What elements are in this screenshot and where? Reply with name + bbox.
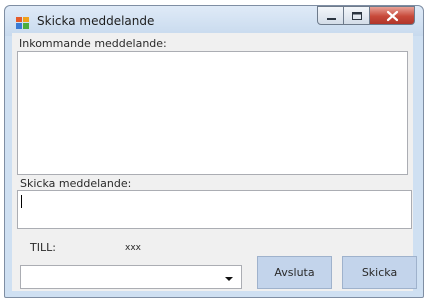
window-controls xyxy=(317,6,415,26)
title-bar[interactable]: Skicka meddelande xyxy=(5,6,423,36)
recipient-dropdown[interactable] xyxy=(20,265,242,289)
window-title: Skicka meddelande xyxy=(37,14,155,28)
minimize-icon xyxy=(327,18,336,20)
incoming-messages-textbox[interactable] xyxy=(17,51,408,175)
form-client-area: Inkommande meddelande: Skicka meddelande… xyxy=(12,33,417,291)
incoming-label: Inkommande meddelande: xyxy=(19,37,167,50)
recipient-value: xxx xyxy=(125,243,141,253)
message-input[interactable] xyxy=(17,190,412,229)
maximize-icon xyxy=(352,12,362,20)
send-button[interactable]: Skicka xyxy=(342,256,417,289)
minimize-button[interactable] xyxy=(317,6,344,25)
recipient-label: TILL: xyxy=(30,241,56,254)
outgoing-label: Skicka meddelande: xyxy=(20,177,132,190)
close-button[interactable] xyxy=(370,6,415,25)
maximize-button[interactable] xyxy=(344,6,370,25)
chevron-down-icon xyxy=(225,277,233,281)
close-icon xyxy=(386,10,399,22)
text-caret xyxy=(21,195,22,208)
quit-button[interactable]: Avsluta xyxy=(257,256,332,289)
app-form-icon xyxy=(16,17,29,29)
